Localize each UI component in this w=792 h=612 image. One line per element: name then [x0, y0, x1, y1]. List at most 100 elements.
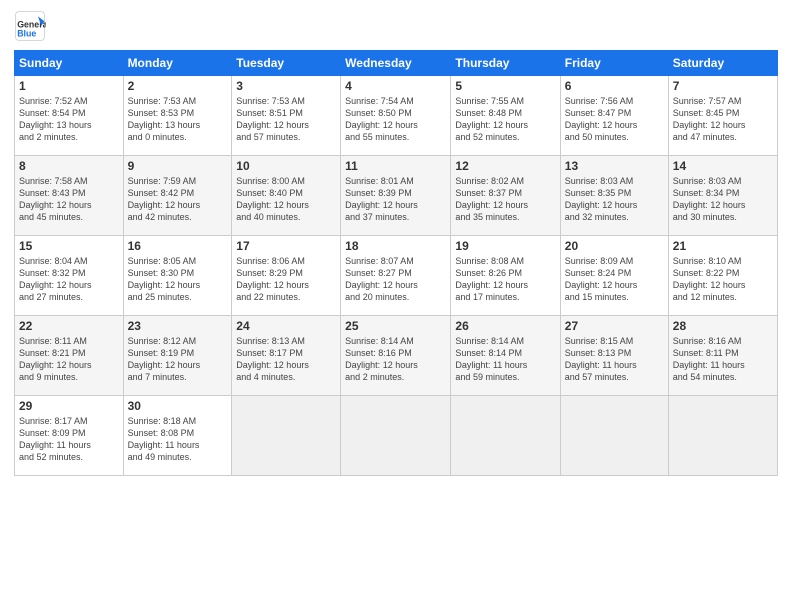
calendar-cell: 25 Sunrise: 8:14 AM Sunset: 8:16 PM Dayli…	[341, 316, 451, 396]
day-info: Sunrise: 8:17 AM Sunset: 8:09 PM Dayligh…	[19, 415, 119, 464]
day-number: 13	[565, 159, 664, 173]
weekday-header-tuesday: Tuesday	[232, 51, 341, 76]
day-number: 27	[565, 319, 664, 333]
calendar-cell: 2 Sunrise: 7:53 AM Sunset: 8:53 PM Daylig…	[123, 76, 232, 156]
calendar-cell: 27 Sunrise: 8:15 AM Sunset: 8:13 PM Dayli…	[560, 316, 668, 396]
calendar-cell	[560, 396, 668, 476]
day-info: Sunrise: 8:01 AM Sunset: 8:39 PM Dayligh…	[345, 175, 446, 224]
day-number: 17	[236, 239, 336, 253]
calendar-cell: 12 Sunrise: 8:02 AM Sunset: 8:37 PM Dayli…	[451, 156, 560, 236]
calendar-cell: 29 Sunrise: 8:17 AM Sunset: 8:09 PM Dayli…	[15, 396, 124, 476]
day-info: Sunrise: 7:57 AM Sunset: 8:45 PM Dayligh…	[673, 95, 773, 144]
day-info: Sunrise: 8:16 AM Sunset: 8:11 PM Dayligh…	[673, 335, 773, 384]
calendar-cell: 19 Sunrise: 8:08 AM Sunset: 8:26 PM Dayli…	[451, 236, 560, 316]
logo: General Blue	[14, 10, 46, 42]
calendar-cell: 6 Sunrise: 7:56 AM Sunset: 8:47 PM Daylig…	[560, 76, 668, 156]
calendar-cell: 16 Sunrise: 8:05 AM Sunset: 8:30 PM Dayli…	[123, 236, 232, 316]
day-info: Sunrise: 7:53 AM Sunset: 8:51 PM Dayligh…	[236, 95, 336, 144]
day-number: 16	[128, 239, 228, 253]
day-info: Sunrise: 8:14 AM Sunset: 8:16 PM Dayligh…	[345, 335, 446, 384]
day-number: 26	[455, 319, 555, 333]
weekday-header-friday: Friday	[560, 51, 668, 76]
calendar-cell: 30Sunrise: 8:18 AM Sunset: 8:08 PM Dayli…	[123, 396, 232, 476]
calendar-cell: 4 Sunrise: 7:54 AM Sunset: 8:50 PM Daylig…	[341, 76, 451, 156]
day-number: 9	[128, 159, 228, 173]
weekday-header-wednesday: Wednesday	[341, 51, 451, 76]
page-container: General Blue SundayMondayTuesdayWednesda…	[0, 0, 792, 482]
logo-icon: General Blue	[14, 10, 46, 42]
calendar-cell: 15 Sunrise: 8:04 AM Sunset: 8:32 PM Dayli…	[15, 236, 124, 316]
day-info: Sunrise: 8:11 AM Sunset: 8:21 PM Dayligh…	[19, 335, 119, 384]
day-number: 25	[345, 319, 446, 333]
calendar-cell: 11 Sunrise: 8:01 AM Sunset: 8:39 PM Dayli…	[341, 156, 451, 236]
calendar-cell: 8 Sunrise: 7:58 AM Sunset: 8:43 PM Daylig…	[15, 156, 124, 236]
calendar-table: SundayMondayTuesdayWednesdayThursdayFrid…	[14, 50, 778, 476]
calendar-cell: 24 Sunrise: 8:13 AM Sunset: 8:17 PM Dayli…	[232, 316, 341, 396]
calendar-cell: 17 Sunrise: 8:06 AM Sunset: 8:29 PM Dayli…	[232, 236, 341, 316]
day-info: Sunrise: 8:02 AM Sunset: 8:37 PM Dayligh…	[455, 175, 555, 224]
day-number: 28	[673, 319, 773, 333]
day-number: 20	[565, 239, 664, 253]
day-info: Sunrise: 8:04 AM Sunset: 8:32 PM Dayligh…	[19, 255, 119, 304]
day-number: 15	[19, 239, 119, 253]
day-number: 6	[565, 79, 664, 93]
calendar-cell: 28 Sunrise: 8:16 AM Sunset: 8:11 PM Dayli…	[668, 316, 777, 396]
day-number: 7	[673, 79, 773, 93]
calendar-cell: 18 Sunrise: 8:07 AM Sunset: 8:27 PM Dayli…	[341, 236, 451, 316]
day-number: 3	[236, 79, 336, 93]
day-info: Sunrise: 7:52 AM Sunset: 8:54 PM Dayligh…	[19, 95, 119, 144]
day-info: Sunrise: 7:53 AM Sunset: 8:53 PM Dayligh…	[128, 95, 228, 144]
day-number: 5	[455, 79, 555, 93]
day-number: 18	[345, 239, 446, 253]
day-info: Sunrise: 8:05 AM Sunset: 8:30 PM Dayligh…	[128, 255, 228, 304]
weekday-header-sunday: Sunday	[15, 51, 124, 76]
svg-text:Blue: Blue	[17, 28, 36, 38]
calendar-cell: 21Sunrise: 8:10 AM Sunset: 8:22 PM Dayli…	[668, 236, 777, 316]
day-number: 11	[345, 159, 446, 173]
calendar-cell: 20 Sunrise: 8:09 AM Sunset: 8:24 PM Dayli…	[560, 236, 668, 316]
calendar-cell	[451, 396, 560, 476]
calendar-cell: 22 Sunrise: 8:11 AM Sunset: 8:21 PM Dayli…	[15, 316, 124, 396]
day-info: Sunrise: 7:56 AM Sunset: 8:47 PM Dayligh…	[565, 95, 664, 144]
day-info: Sunrise: 8:07 AM Sunset: 8:27 PM Dayligh…	[345, 255, 446, 304]
day-info: Sunrise: 8:13 AM Sunset: 8:17 PM Dayligh…	[236, 335, 336, 384]
day-info: Sunrise: 8:06 AM Sunset: 8:29 PM Dayligh…	[236, 255, 336, 304]
day-number: 14	[673, 159, 773, 173]
calendar-cell: 7 Sunrise: 7:57 AM Sunset: 8:45 PM Daylig…	[668, 76, 777, 156]
calendar-cell: 14 Sunrise: 8:03 AM Sunset: 8:34 PM Dayli…	[668, 156, 777, 236]
day-number: 23	[128, 319, 228, 333]
day-number: 2	[128, 79, 228, 93]
day-info: Sunrise: 8:12 AM Sunset: 8:19 PM Dayligh…	[128, 335, 228, 384]
calendar-cell: 10Sunrise: 8:00 AM Sunset: 8:40 PM Dayli…	[232, 156, 341, 236]
calendar-cell: 13Sunrise: 8:03 AM Sunset: 8:35 PM Dayli…	[560, 156, 668, 236]
weekday-header-saturday: Saturday	[668, 51, 777, 76]
day-number: 19	[455, 239, 555, 253]
calendar-cell: 23 Sunrise: 8:12 AM Sunset: 8:19 PM Dayli…	[123, 316, 232, 396]
day-number: 22	[19, 319, 119, 333]
day-info: Sunrise: 8:14 AM Sunset: 8:14 PM Dayligh…	[455, 335, 555, 384]
day-info: Sunrise: 8:15 AM Sunset: 8:13 PM Dayligh…	[565, 335, 664, 384]
day-number: 29	[19, 399, 119, 413]
weekday-header-monday: Monday	[123, 51, 232, 76]
calendar-cell: 9 Sunrise: 7:59 AM Sunset: 8:42 PM Daylig…	[123, 156, 232, 236]
calendar-cell	[668, 396, 777, 476]
day-info: Sunrise: 8:09 AM Sunset: 8:24 PM Dayligh…	[565, 255, 664, 304]
calendar-cell	[341, 396, 451, 476]
calendar-cell: 1 Sunrise: 7:52 AM Sunset: 8:54 PM Daylig…	[15, 76, 124, 156]
day-number: 24	[236, 319, 336, 333]
day-info: Sunrise: 8:03 AM Sunset: 8:34 PM Dayligh…	[673, 175, 773, 224]
calendar-cell	[232, 396, 341, 476]
day-info: Sunrise: 7:59 AM Sunset: 8:42 PM Dayligh…	[128, 175, 228, 224]
day-number: 10	[236, 159, 336, 173]
day-info: Sunrise: 8:10 AM Sunset: 8:22 PM Dayligh…	[673, 255, 773, 304]
day-info: Sunrise: 7:58 AM Sunset: 8:43 PM Dayligh…	[19, 175, 119, 224]
day-info: Sunrise: 8:08 AM Sunset: 8:26 PM Dayligh…	[455, 255, 555, 304]
day-number: 12	[455, 159, 555, 173]
header: General Blue	[14, 10, 778, 42]
day-number: 1	[19, 79, 119, 93]
weekday-header-thursday: Thursday	[451, 51, 560, 76]
day-number: 8	[19, 159, 119, 173]
day-info: Sunrise: 7:55 AM Sunset: 8:48 PM Dayligh…	[455, 95, 555, 144]
day-number: 4	[345, 79, 446, 93]
day-info: Sunrise: 7:54 AM Sunset: 8:50 PM Dayligh…	[345, 95, 446, 144]
